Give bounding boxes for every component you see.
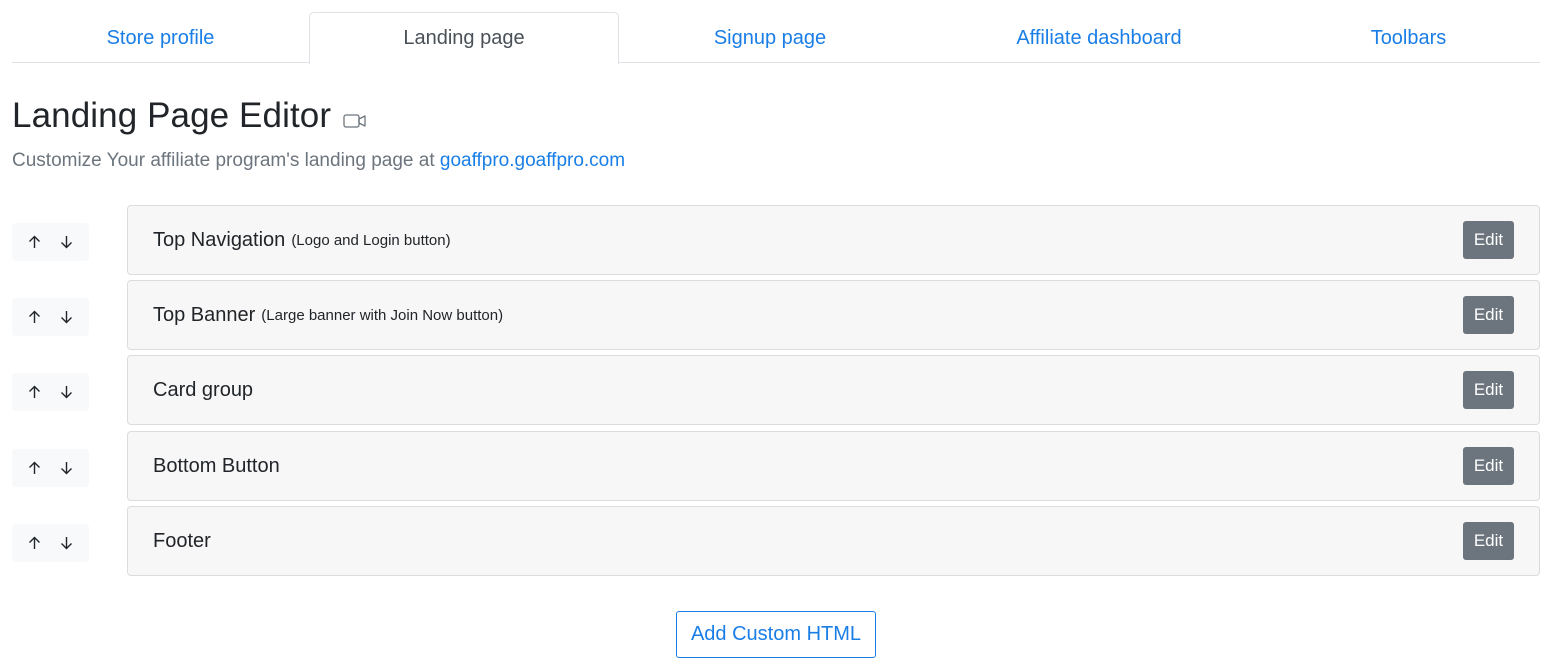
landing-page-editor: Store profile Landing page Signup page A… [0,0,1550,665]
section-title: Footer [153,529,211,552]
reorder-controls [12,524,89,562]
video-camera-icon[interactable] [343,113,367,129]
reorder-controls [12,223,89,261]
edit-button[interactable]: Edit [1463,221,1514,259]
section-card-card-group: Card group Edit [127,355,1540,425]
section-title: Card group [153,378,254,401]
subtitle-text: Customize Your affiliate program's landi… [12,150,440,171]
section-description: (Large banner with Join Now button) [261,306,504,324]
edit-button[interactable]: Edit [1463,296,1514,334]
tab-affiliate-dashboard[interactable]: Affiliate dashboard [921,12,1277,63]
arrow-down-icon[interactable] [53,303,81,331]
reorder-controls [12,449,89,487]
tab-store-profile[interactable]: Store profile [12,12,309,63]
section-card-footer: Footer Edit [127,506,1540,576]
section-title: Top Banner [153,303,256,326]
arrow-down-icon[interactable] [53,454,81,482]
edit-button[interactable]: Edit [1463,522,1514,560]
arrow-up-icon[interactable] [20,228,48,256]
add-custom-html-button[interactable]: Add Custom HTML [676,611,876,658]
landing-page-link[interactable]: goaffpro.goaffpro.com [440,150,625,171]
section-title: Top Navigation [153,228,286,251]
edit-button[interactable]: Edit [1463,371,1514,409]
tab-signup-page[interactable]: Signup page [619,12,921,63]
section-title: Bottom Button [153,454,280,477]
settings-tabs: Store profile Landing page Signup page A… [12,12,1540,64]
section-row: Card group Edit [12,355,1540,425]
section-card-bottom-button: Bottom Button Edit [127,431,1540,501]
arrow-down-icon[interactable] [53,378,81,406]
section-row: Top Banner (Large banner with Join Now b… [12,280,1540,350]
reorder-controls [12,298,89,336]
section-card-top-banner: Top Banner (Large banner with Join Now b… [127,280,1540,350]
section-row: Top Navigation (Logo and Login button) E… [12,205,1540,275]
arrow-up-icon[interactable] [20,378,48,406]
arrow-down-icon[interactable] [53,529,81,557]
arrow-up-icon[interactable] [20,454,48,482]
tab-landing-page[interactable]: Landing page [309,12,619,64]
reorder-controls [12,373,89,411]
arrow-down-icon[interactable] [53,228,81,256]
tab-toolbars[interactable]: Toolbars [1277,12,1540,63]
section-row: Bottom Button Edit [12,431,1540,501]
arrow-up-icon[interactable] [20,529,48,557]
edit-button[interactable]: Edit [1463,447,1514,485]
arrow-up-icon[interactable] [20,303,48,331]
section-description: (Logo and Login button) [291,231,451,249]
page-title: Landing Page Editor [12,96,332,135]
page-subtitle: Customize Your affiliate program's landi… [12,150,625,172]
page-header: Landing Page Editor [12,96,367,136]
section-card-top-navigation: Top Navigation (Logo and Login button) E… [127,205,1540,275]
section-row: Footer Edit [12,506,1540,576]
